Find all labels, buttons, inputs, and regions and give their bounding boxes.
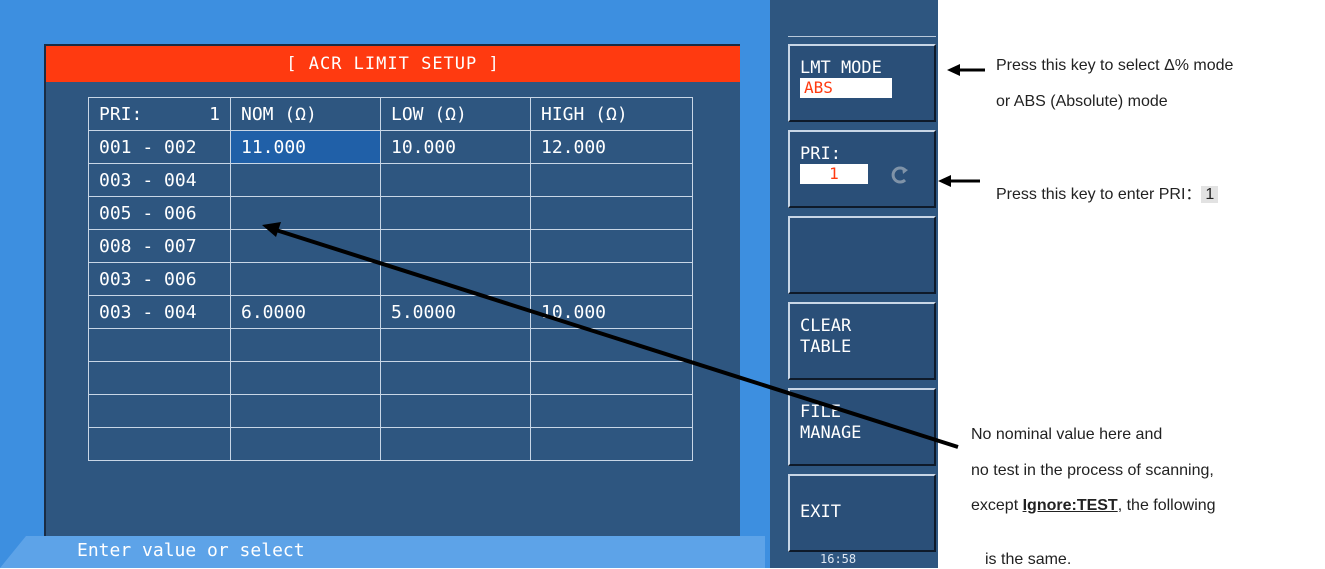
nom-cell[interactable] xyxy=(230,361,381,395)
high-cell[interactable] xyxy=(530,196,693,230)
pins-cell[interactable]: 003 - 004 xyxy=(88,163,231,197)
low-cell[interactable] xyxy=(380,328,531,362)
table-row xyxy=(88,328,693,362)
arrow-to-pri xyxy=(938,175,980,187)
clear-table-label: CLEAR TABLE xyxy=(800,316,851,358)
nom-cell[interactable] xyxy=(230,229,381,263)
nom-cell[interactable] xyxy=(230,328,381,362)
pins-cell[interactable]: 008 - 007 xyxy=(88,229,231,263)
header-pri-value: 1 xyxy=(209,103,220,125)
pri-note-value: 1 xyxy=(1201,186,1219,203)
arrow-to-lmt-mode xyxy=(947,64,985,76)
nom-cell[interactable] xyxy=(230,427,381,461)
nom-cell[interactable]: 6.0000 xyxy=(230,295,381,329)
nom-cell[interactable] xyxy=(230,163,381,197)
low-cell[interactable]: 10.000 xyxy=(380,130,531,164)
pins-cell[interactable]: 005 - 006 xyxy=(88,196,231,230)
table-row: 005 - 006 xyxy=(88,196,693,230)
file-manage-softkey[interactable]: FILE MANAGE xyxy=(788,388,936,466)
pins-cell[interactable]: 003 - 006 xyxy=(88,262,231,296)
pri-value: 1 xyxy=(800,164,868,184)
header-pri: PRI: 1 xyxy=(88,97,231,131)
pins-cell[interactable]: 001 - 002 xyxy=(88,130,231,164)
nominal-note-except: except xyxy=(971,497,1023,514)
low-cell[interactable] xyxy=(380,394,531,428)
pins-cell[interactable] xyxy=(88,427,231,461)
lmt-mode-label: LMT MODE xyxy=(800,58,882,78)
exit-softkey[interactable]: EXIT xyxy=(788,474,936,552)
low-cell[interactable] xyxy=(380,196,531,230)
pri-note: Press this key to enter PRI： 1 xyxy=(996,180,1219,204)
header-nom: NOM (Ω) xyxy=(230,97,381,131)
high-cell[interactable] xyxy=(530,163,693,197)
high-cell[interactable] xyxy=(530,394,693,428)
softkey-column: LMT MODE ABS PRI: 1 CLEAR TABLE FILE MAN… xyxy=(770,0,938,568)
table-row: 008 - 007 xyxy=(88,229,693,263)
table-row xyxy=(88,394,693,428)
limit-table: PRI: 1 NOM (Ω) LOW (Ω) HIGH (Ω) 001 - 00… xyxy=(88,97,693,461)
low-cell[interactable] xyxy=(380,163,531,197)
low-cell[interactable] xyxy=(380,361,531,395)
limit-setup-panel: [ ACR LIMIT SETUP ] PRI: 1 NOM (Ω) LOW (… xyxy=(44,44,740,568)
nom-cell[interactable] xyxy=(230,262,381,296)
high-cell[interactable] xyxy=(530,229,693,263)
lmt-mode-note-line1: Press this key to select Δ% mode xyxy=(996,57,1234,74)
exit-label: EXIT xyxy=(800,502,841,522)
lmt-mode-value: ABS xyxy=(800,78,892,98)
lmt-mode-softkey[interactable]: LMT MODE ABS xyxy=(788,44,936,122)
nominal-note-line4: is the same. xyxy=(985,551,1072,568)
nominal-note-ignore-test: Ignore:TEST xyxy=(1022,497,1118,514)
nominal-note-line2: no test in the process of scanning, xyxy=(971,462,1214,479)
file-manage-line1: FILE xyxy=(800,402,841,422)
high-cell[interactable]: 12.000 xyxy=(530,130,693,164)
file-manage-line2: MANAGE xyxy=(800,423,862,443)
nominal-note-line3: except Ignore:TEST, the following xyxy=(971,497,1216,515)
clear-table-line2: TABLE xyxy=(800,337,852,357)
instrument-screen: [ ACR LIMIT SETUP ] PRI: 1 NOM (Ω) LOW (… xyxy=(0,0,938,568)
high-cell[interactable] xyxy=(530,328,693,362)
high-cell[interactable] xyxy=(530,262,693,296)
page-title: [ ACR LIMIT SETUP ] xyxy=(46,46,740,82)
nom-cell[interactable]: 11.000 xyxy=(230,130,381,164)
table-row: 003 - 004 6.0000 5.0000 10.000 xyxy=(88,295,693,329)
pri-softkey[interactable]: PRI: 1 xyxy=(788,130,936,208)
clear-table-softkey[interactable]: CLEAR TABLE xyxy=(788,302,936,380)
rotate-knob-icon xyxy=(891,166,908,184)
file-manage-label: FILE MANAGE xyxy=(800,402,861,444)
header-low: LOW (Ω) xyxy=(380,97,531,131)
pins-cell[interactable]: 003 - 004 xyxy=(88,295,231,329)
low-cell[interactable] xyxy=(380,427,531,461)
blank-softkey[interactable] xyxy=(788,216,936,294)
table-row xyxy=(88,361,693,395)
nom-cell[interactable] xyxy=(230,196,381,230)
low-cell[interactable] xyxy=(380,229,531,263)
table-row: 001 - 002 11.000 10.000 12.000 xyxy=(88,130,693,164)
high-cell[interactable] xyxy=(530,427,693,461)
pins-cell[interactable] xyxy=(88,328,231,362)
header-high: HIGH (Ω) xyxy=(530,97,693,131)
table-row: 003 - 004 xyxy=(88,163,693,197)
clear-table-line1: CLEAR xyxy=(800,316,852,336)
low-cell[interactable]: 5.0000 xyxy=(380,295,531,329)
lmt-mode-note-line2: or ABS (Absolute) mode xyxy=(996,93,1168,110)
pins-cell[interactable] xyxy=(88,361,231,395)
nom-cell[interactable] xyxy=(230,394,381,428)
pins-cell[interactable] xyxy=(88,394,231,428)
table-row: 003 - 006 xyxy=(88,262,693,296)
header-pri-label: PRI: xyxy=(99,103,143,125)
table-header-row: PRI: 1 NOM (Ω) LOW (Ω) HIGH (Ω) xyxy=(88,97,693,131)
pri-label: PRI: xyxy=(800,144,841,164)
softkey-divider xyxy=(788,36,936,37)
nominal-note-line1: No nominal value here and xyxy=(971,426,1163,443)
high-cell[interactable] xyxy=(530,361,693,395)
clock: 16:58 xyxy=(820,552,857,566)
nominal-note-following: , the following xyxy=(1117,497,1216,514)
pri-note-text: Press this key to enter PRI： xyxy=(996,186,1202,203)
low-cell[interactable] xyxy=(380,262,531,296)
high-cell[interactable]: 10.000 xyxy=(530,295,693,329)
table-row xyxy=(88,427,693,461)
status-text: Enter value or select xyxy=(77,540,305,561)
